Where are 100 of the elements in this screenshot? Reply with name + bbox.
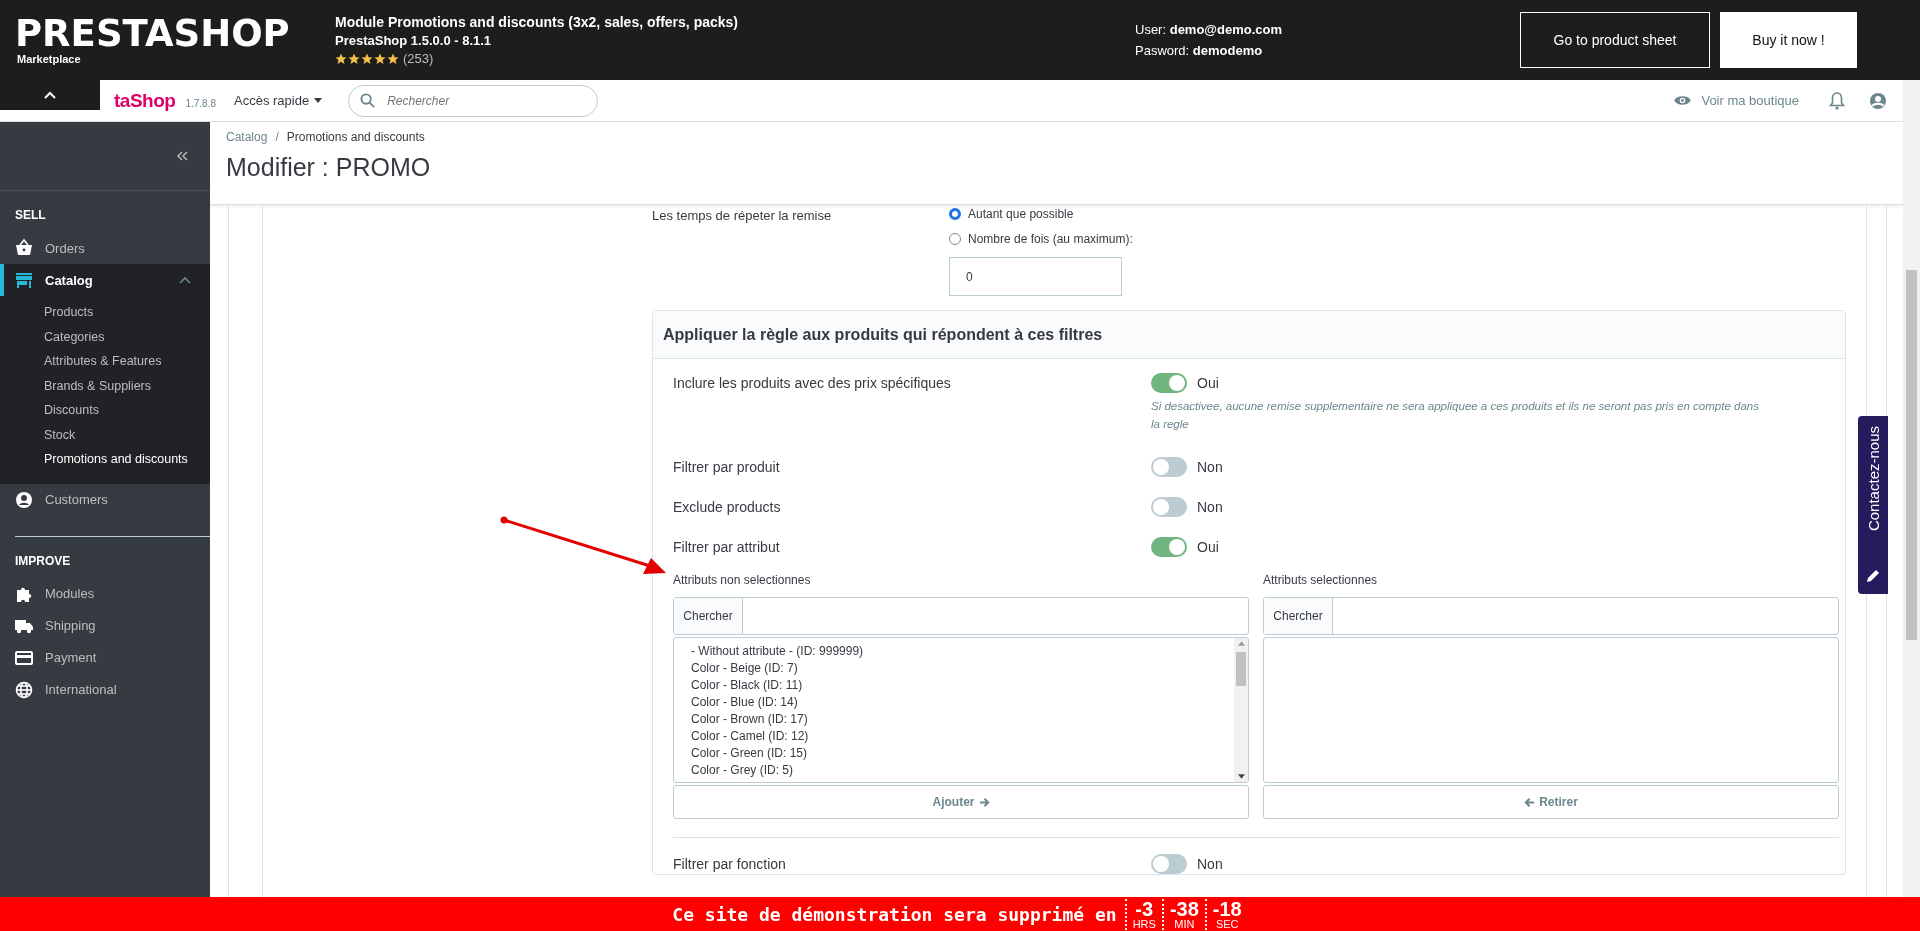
attribute-option[interactable]: Color - Green (ID: 15) [691,745,1234,762]
number-input-field[interactable]: 0 [949,257,1122,296]
countdown-unit: SEC [1215,918,1239,930]
submenu-item[interactable]: Products [0,300,210,325]
nav-item[interactable]: Customers [0,483,210,516]
breadcrumb-link[interactable]: Catalog [226,130,268,144]
toggle-state-text: Non [1197,459,1223,475]
filter-label: Inclure les produits avec des prix spécifiques [673,374,952,393]
toggle-state-text: Oui [1197,539,1219,555]
page-title: Modifier : PROMO [226,153,432,182]
list-title: Attributs selectionnes [1263,573,1379,587]
add-button[interactable]: Ajouter [673,785,1249,819]
filter-label: Filtrer par fonction [673,855,787,874]
arrow-left-icon [1524,796,1536,808]
countdown-unit: HRS [1132,918,1156,930]
scroll-thumb[interactable] [1236,652,1246,686]
nav-item[interactable]: Orders [0,232,210,264]
filter-label: Filtrer par attribut [673,538,781,557]
radio-button[interactable] [949,233,961,245]
radio-label: Autant que possible [968,207,1074,221]
logo-text: taShop [114,89,176,112]
scroll-up-icon [1237,641,1245,646]
star-icon [335,52,347,65]
user-value: demo@demo.com [1169,22,1283,37]
banner-text: Ce site de démonstration sera supprimé en [672,903,1117,925]
person-circle-icon [15,490,33,509]
submenu-item[interactable]: Attributes & Features [0,349,210,374]
collapse-bar-button[interactable] [0,80,100,110]
submenu-item[interactable]: Categories [0,324,210,349]
page-scrollbar[interactable] [1903,80,1920,897]
attribute-option[interactable]: Color - Camel (ID: 12) [691,728,1234,745]
toggle-switch[interactable] [1151,854,1187,874]
collapse-icon[interactable] [176,151,188,161]
pencil-icon [1865,568,1881,584]
attribute-option[interactable]: Color - Black (ID: 11) [691,677,1234,694]
star-icon [387,52,399,65]
nav-item[interactable]: International [0,673,210,706]
toggle-switch[interactable] [1151,457,1187,477]
store-icon [15,271,33,289]
countdown-value: -18 [1212,898,1242,919]
attribute-option[interactable]: - Without attribute - (ID: 999999) [691,643,1234,660]
field-label: Les temps de répeter la remise [652,207,833,225]
nav-item[interactable]: Payment [0,641,210,674]
nav-item[interactable]: Shipping [0,609,210,642]
caret-icon [314,98,323,103]
radio-label: Nombre de fois (au maximum): [968,232,1133,246]
submenu-item[interactable]: Stock [0,422,210,447]
scrollbar[interactable] [1234,638,1248,782]
promo-button[interactable]: Buy it now ! [1720,12,1857,68]
attribute-list[interactable] [1263,637,1839,783]
eye-icon [1673,94,1693,107]
toggle-switch[interactable] [1151,497,1187,517]
submenu-item[interactable]: Promotions and discounts [0,447,210,472]
card-icon [15,648,33,667]
search-field[interactable]: Chercher [1263,597,1839,635]
bell-icon[interactable] [1829,91,1845,110]
submenu-item[interactable]: Discounts [0,398,210,423]
attribute-option[interactable]: Color - Blue (ID: 14) [691,694,1234,711]
remove-button[interactable]: Retirer [1263,785,1839,819]
panel-title: Appliquer la règle aux produits qui répondent à ces filtres [663,325,1103,344]
rating-count: (253) [403,51,434,66]
version-text: 1.7.8.8 [185,97,216,109]
user-label: User: [1135,22,1167,37]
countdown-unit: MIN [1174,918,1195,930]
toggle-state-text: Oui [1197,375,1219,391]
toggle-switch[interactable] [1151,537,1187,557]
password-label: Pasword: [1135,43,1190,58]
breadcrumb-link[interactable]: Promotions and discounts [286,130,425,144]
brand-subtitle: Marketplace [17,53,82,65]
submenu-item[interactable]: Brands & Suppliers [0,373,210,398]
attribute-option[interactable]: Color - Beige (ID: 7) [691,660,1234,677]
filter-label: Exclude products [673,498,782,517]
filter-label: Filtrer par produit [673,458,781,477]
toggle-state-text: Non [1197,499,1223,515]
nav-item[interactable]: Modules [0,577,210,610]
brand-logo-text: PRESTASHOP [15,15,291,53]
nav-item[interactable]: Catalog [0,264,210,296]
promo-button[interactable]: Go to product sheet [1520,12,1710,68]
radio-button[interactable] [949,208,961,220]
search-field[interactable]: Chercher [673,597,1249,635]
arrow-right-icon [978,796,990,808]
search-field[interactable]: Rechercher [348,84,599,117]
password-value: demodemo [1192,43,1263,58]
toggle-state-text: Non [1197,856,1223,872]
list-title: Attributs non selectionnes [673,573,812,587]
search-icon [360,92,376,108]
quick-access-menu[interactable]: Accès rapide [230,93,327,108]
user-icon[interactable] [1869,91,1887,110]
chevron-up-icon [44,91,56,99]
attribute-option[interactable]: Color - Brown (ID: 17) [691,711,1234,728]
scroll-down-icon [1237,774,1245,779]
star-icon [361,52,373,65]
countdown-value: -38 [1169,898,1199,919]
toggle-switch[interactable] [1151,373,1187,393]
countdown-value: -3 [1135,898,1154,919]
view-shop-link[interactable]: Voir ma boutique [1673,93,1799,108]
attribute-list[interactable]: - Without attribute - (ID: 999999) Color - Beige (ID: 7) Color - Black (ID: 11) Color - Blue (ID: 14) Color - Brown (ID: 17) Color - Camel (ID: 12) Color - Green (ID: 15) Color - Grey (ID: 5) [673,637,1249,783]
contact-tab[interactable]: Contactez-nous [1858,416,1888,594]
attribute-option[interactable]: Color - Grey (ID: 5) [691,762,1234,779]
module-title: Module Promotions and discounts (3x2, sales, offers, packs) [335,14,739,30]
